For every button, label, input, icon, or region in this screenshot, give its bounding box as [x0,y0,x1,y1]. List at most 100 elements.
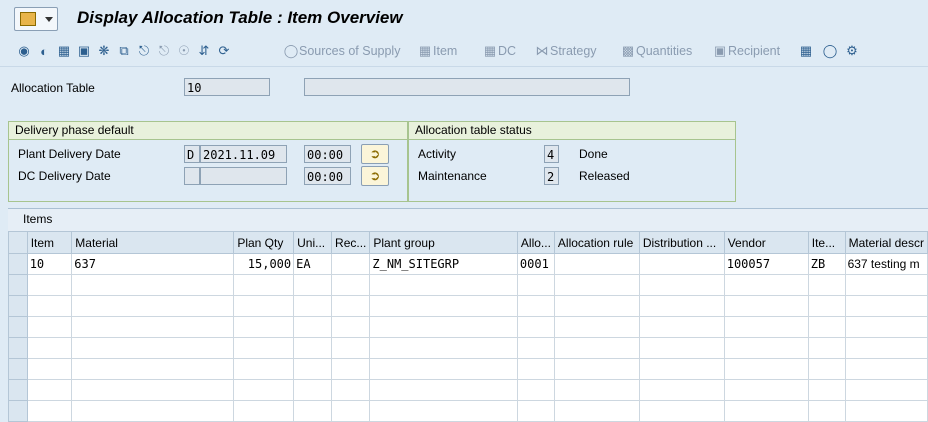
table-cell[interactable] [331,400,371,422]
row-selector[interactable] [8,400,28,422]
table-cell[interactable] [71,400,235,422]
table-cell[interactable] [723,316,809,338]
table-cell[interactable] [71,295,235,317]
table-cell[interactable] [844,337,928,359]
table-cell[interactable] [369,337,518,359]
grid-icon[interactable]: ▦ [798,43,814,59]
table-cell[interactable] [638,316,725,338]
table-cell[interactable] [844,400,928,422]
table-cell[interactable] [369,358,518,380]
table-cell[interactable]: 637 testing m [844,253,928,275]
column-header[interactable]: Plan Qty [233,231,295,254]
column-header[interactable]: Allo... [516,231,555,254]
table-cell[interactable] [293,358,333,380]
table-cell[interactable] [71,316,235,338]
row-selector[interactable] [8,379,28,401]
table-cell[interactable] [638,295,725,317]
table-cell[interactable] [71,379,235,401]
table-cell[interactable] [553,400,640,422]
table-cell[interactable] [369,316,518,338]
table-cell[interactable] [807,316,846,338]
table-cell[interactable] [516,337,555,359]
plant-delivery-type-field[interactable]: D [184,145,200,163]
hat-icon[interactable]: ◉ [16,43,32,59]
column-header[interactable]: Uni... [293,231,333,254]
table-row[interactable] [8,358,928,380]
table-cell[interactable] [26,379,73,401]
dc-delivery-time-field[interactable]: 00:00 [304,167,351,185]
table-cell[interactable] [331,253,371,275]
row-selector[interactable] [8,337,28,359]
table-cell[interactable] [293,316,333,338]
column-header[interactable]: Rec... [331,231,371,254]
table-row[interactable] [8,316,928,338]
table-cell[interactable] [807,400,846,422]
factory-icon[interactable]: ▦ [56,43,72,59]
table-cell[interactable] [369,379,518,401]
table-cell[interactable] [723,337,809,359]
settings-icon[interactable]: ⚙ [844,43,860,59]
table-cell[interactable] [331,358,371,380]
row-selector[interactable] [8,274,28,296]
table-cell[interactable] [71,274,235,296]
table-cell[interactable] [638,274,725,296]
column-header[interactable]: Distribution ... [638,231,725,254]
table-cell[interactable]: Z_NM_SITEGRP [369,253,518,275]
table-row[interactable] [8,295,928,317]
table-cell[interactable] [553,253,640,275]
table-cell[interactable] [331,274,371,296]
table-cell[interactable] [293,400,333,422]
distribution-icon[interactable]: ❋ [96,43,112,59]
table-cell[interactable] [331,295,371,317]
plant-delivery-date-field[interactable]: 2021.11.09 [200,145,287,163]
table-cell[interactable] [331,337,371,359]
table-cell[interactable] [553,358,640,380]
table-cell[interactable] [844,274,928,296]
table-cell[interactable] [553,295,640,317]
table-cell[interactable] [723,358,809,380]
warehouse-icon[interactable]: ▣ [76,43,92,59]
table-row[interactable] [8,274,928,296]
sources-of-supply-button[interactable]: ◯ Sources of Supply [283,42,401,60]
table-cell[interactable] [26,358,73,380]
table-cell[interactable] [553,274,640,296]
table-cell[interactable] [844,316,928,338]
table-cell[interactable] [369,274,518,296]
column-header[interactable]: Material [71,231,235,254]
table-cell[interactable] [516,295,555,317]
menu-button[interactable] [14,7,58,31]
table-cell[interactable] [26,295,73,317]
table-cell[interactable]: 100057 [723,253,809,275]
find-icon[interactable]: ◯ [822,43,838,59]
table-cell[interactable] [233,295,295,317]
column-header[interactable]: Plant group [369,231,518,254]
table-cell[interactable] [807,274,846,296]
dc-button[interactable]: ▦ DC [482,42,516,60]
table-cell[interactable] [807,337,846,359]
quantities-button[interactable]: ▩ Quantities [620,42,692,60]
table-cell[interactable] [293,337,333,359]
table-cell[interactable] [293,295,333,317]
transfer-icon[interactable]: ⇵ [196,43,212,59]
dc-delivery-type-field[interactable] [184,167,200,185]
table-cell[interactable]: 15,000 [233,253,295,275]
row-selector[interactable] [8,316,28,338]
table-cell[interactable] [26,337,73,359]
table-cell[interactable] [553,379,640,401]
table-cell[interactable] [553,337,640,359]
dc-delivery-apply-button[interactable]: ➲ [361,166,389,186]
column-header[interactable]: Ite... [807,231,846,254]
plant-delivery-apply-button[interactable]: ➲ [361,144,389,164]
table-cell[interactable] [233,274,295,296]
table-cell[interactable] [233,316,295,338]
table-cell[interactable] [293,274,333,296]
table-cell[interactable] [293,379,333,401]
table-cell[interactable] [233,379,295,401]
table-cell[interactable] [723,400,809,422]
recipient-button[interactable]: ▣ Recipient [712,42,780,60]
table-row[interactable] [8,379,928,401]
table-cell[interactable] [516,316,555,338]
column-header[interactable]: Material descr [844,231,928,254]
table-cell[interactable] [844,379,928,401]
allocation-table-description-field[interactable] [304,78,630,96]
